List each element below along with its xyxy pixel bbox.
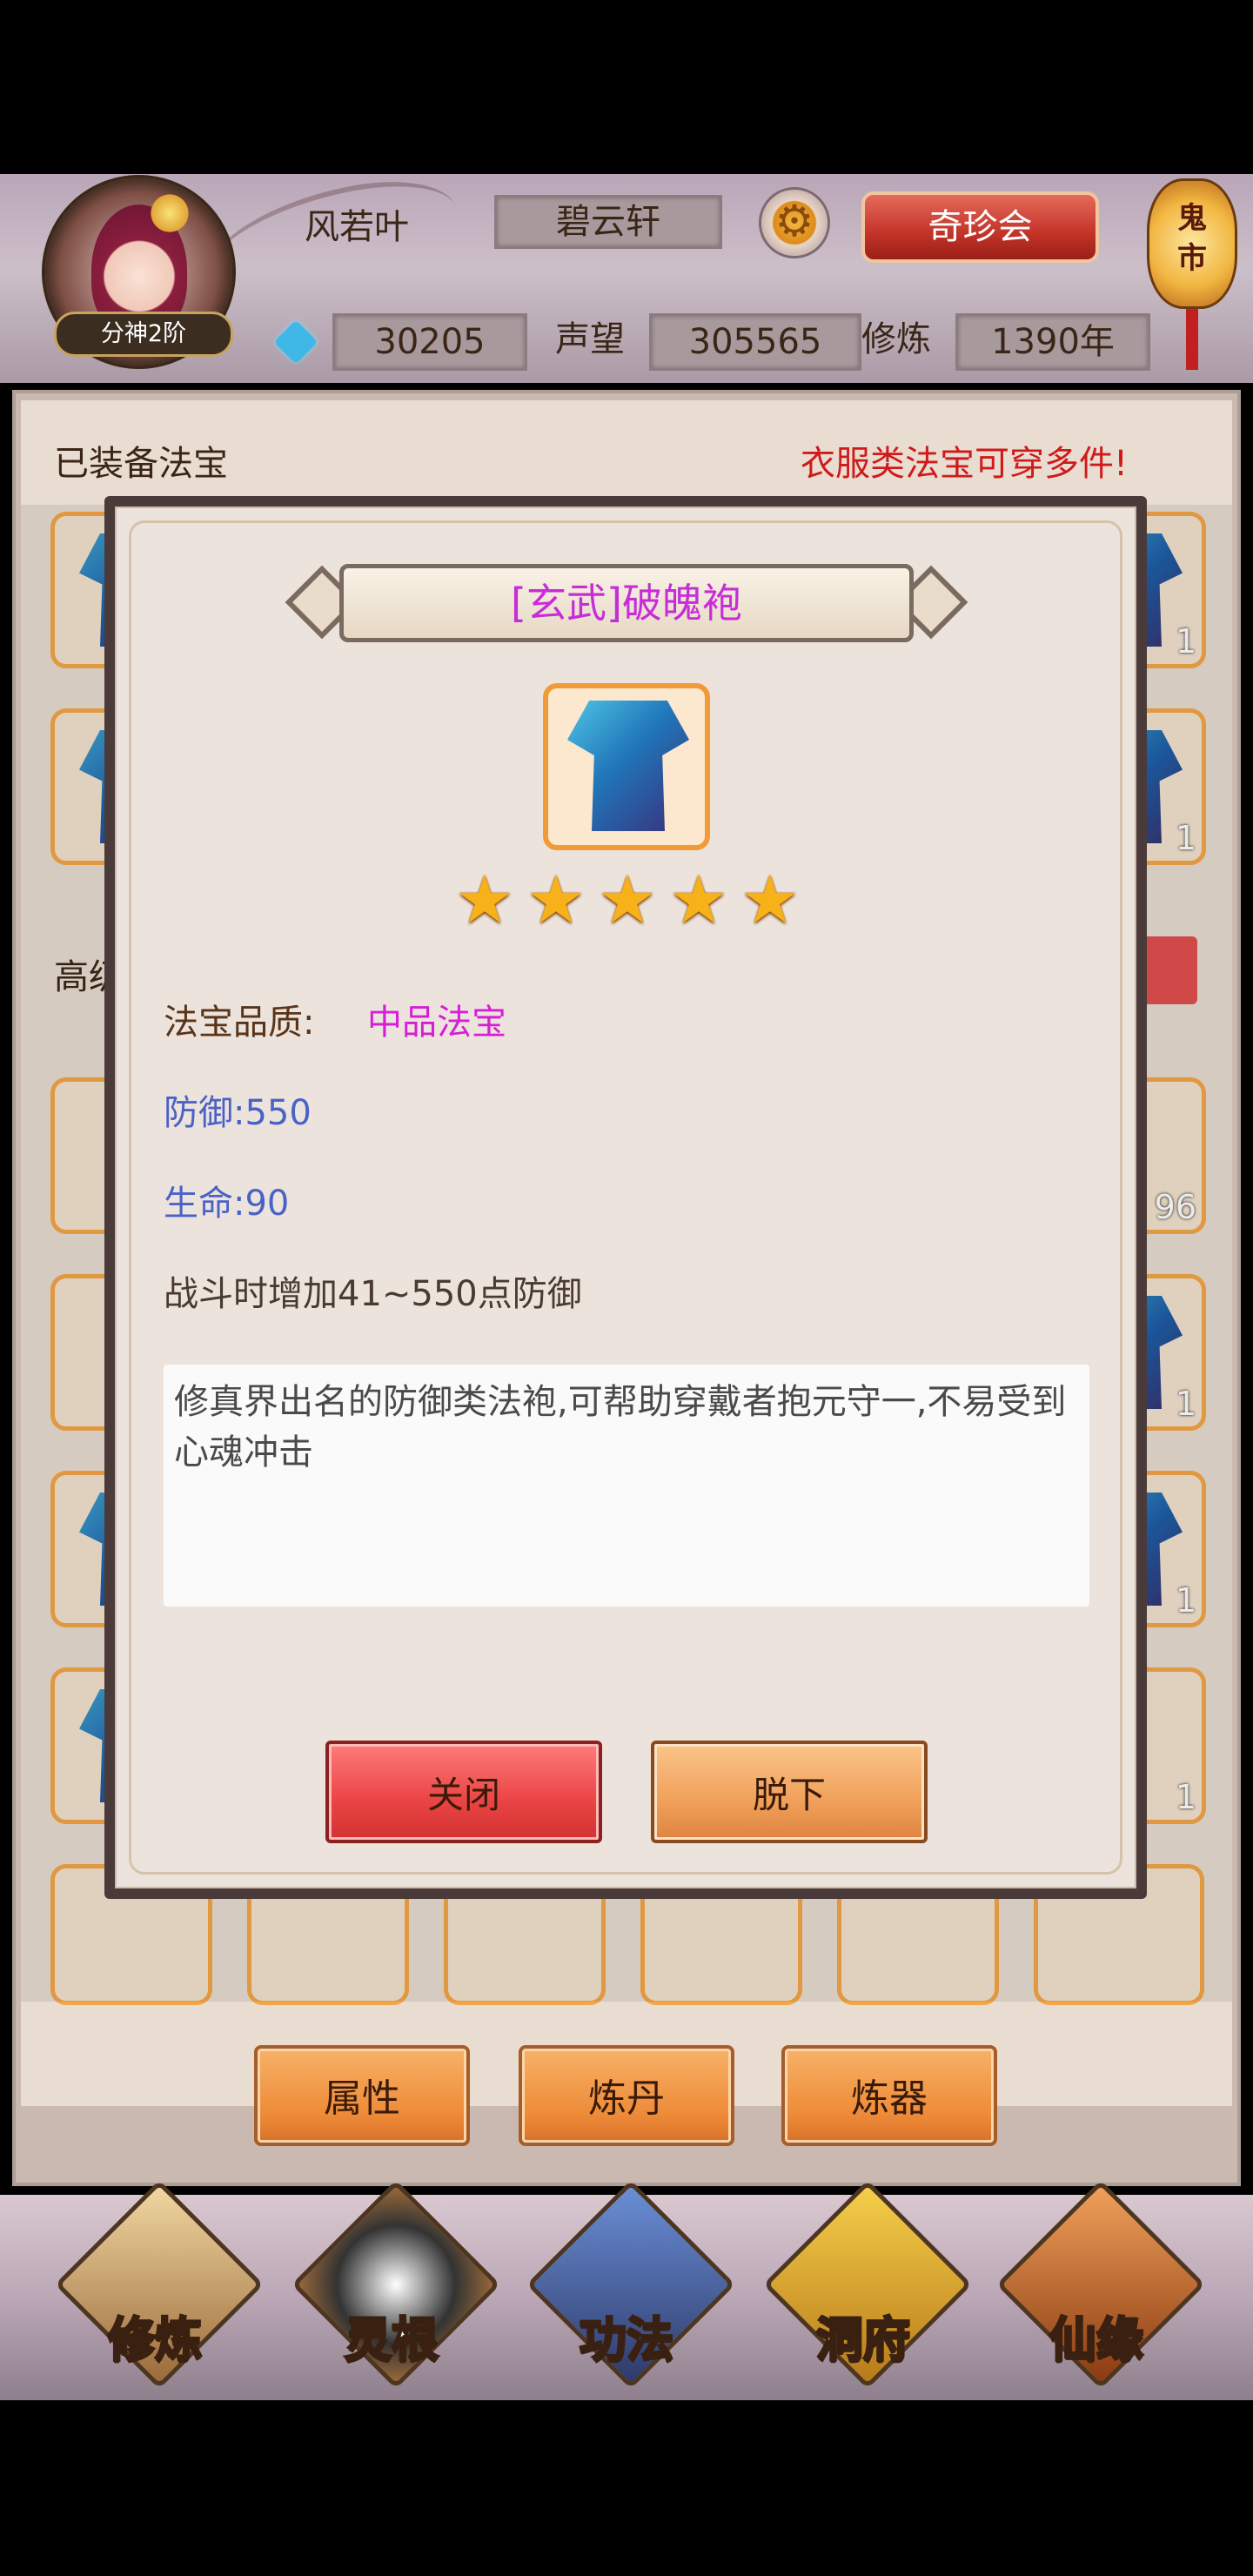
- item-title: [玄武]破魄袍: [511, 580, 742, 627]
- nav-fate[interactable]: 仙缘: [995, 2179, 1206, 2390]
- health-stat: 生命:90: [164, 1184, 290, 1224]
- modal-title-bar: [玄武]破魄袍: [285, 559, 968, 649]
- nav-label: 功法: [579, 2311, 675, 2369]
- cultivation-value: 1390年: [955, 313, 1150, 371]
- nav-label: 仙缘: [1049, 2311, 1145, 2369]
- star-icon: ★: [454, 861, 515, 938]
- quality-label: 法宝品质:: [164, 1003, 315, 1043]
- robe-icon: [567, 701, 689, 831]
- star-icon: ★: [526, 861, 586, 938]
- reputation-value: 305565: [649, 313, 861, 371]
- item-icon-slot: [543, 683, 710, 850]
- nav-techniques[interactable]: 功法: [526, 2179, 736, 2390]
- unequip-button[interactable]: 脱下: [651, 1741, 928, 1843]
- close-button[interactable]: 关闭: [325, 1741, 602, 1843]
- guishi-label: 鬼市: [1177, 201, 1207, 276]
- star-icon: ★: [740, 861, 801, 938]
- nav-cultivate[interactable]: 修炼: [54, 2179, 265, 2390]
- effect-text: 战斗时增加41~550点防御: [164, 1274, 582, 1314]
- reputation-label: 声望: [555, 319, 625, 359]
- alchemy-button[interactable]: 炼丹: [519, 2045, 734, 2146]
- cultivation-label: 修炼: [861, 319, 931, 359]
- guishi-button[interactable]: 鬼市: [1147, 178, 1237, 309]
- attributes-button[interactable]: 属性: [254, 2045, 470, 2146]
- gem-count: 30205: [332, 313, 527, 371]
- sect-name[interactable]: 碧云轩: [494, 195, 722, 249]
- qizhen-button[interactable]: 奇珍会: [861, 191, 1099, 263]
- nav-label: 灵根: [344, 2311, 440, 2369]
- nav-label: 修炼: [107, 2311, 204, 2369]
- nav-cave[interactable]: 洞府: [762, 2179, 973, 2390]
- star-icon: ★: [668, 861, 729, 938]
- nav-label: 洞府: [815, 2311, 912, 2369]
- defense-stat: 防御:550: [164, 1093, 312, 1133]
- equipped-note: 衣服类法宝可穿多件!: [801, 444, 1129, 484]
- rank-badge: 分神2阶: [54, 312, 233, 357]
- star-icon: ★: [597, 861, 658, 938]
- lantern-tassel: [1186, 309, 1198, 370]
- gear-icon[interactable]: ⚙: [759, 187, 830, 258]
- equipped-title: 已装备法宝: [54, 444, 228, 484]
- flower-icon: [148, 191, 191, 235]
- description-text: 修真界出名的防御类法袍,可帮助穿戴者抱元守一,不易受到心魂冲击: [174, 1382, 1067, 1472]
- player-name: 风若叶: [305, 207, 409, 247]
- quality-value: 中品法宝: [367, 1003, 506, 1043]
- nav-spirit-root[interactable]: 灵根: [291, 2179, 501, 2390]
- forging-button[interactable]: 炼器: [781, 2045, 997, 2146]
